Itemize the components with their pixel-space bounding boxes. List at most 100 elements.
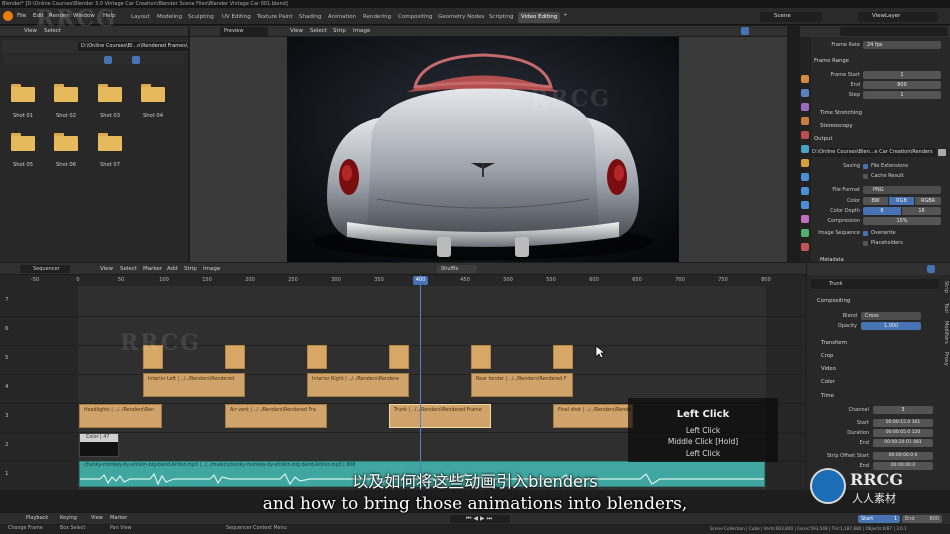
menu-file[interactable]: File <box>17 13 26 19</box>
output-path-field[interactable]: D:\Online Courses\Blen...e Car Creation\… <box>810 148 936 157</box>
timeline-marker-menu[interactable]: Marker <box>110 516 127 521</box>
color-rgb-button[interactable]: RGB <box>889 197 914 205</box>
color-bw-button[interactable]: BW <box>863 197 888 205</box>
compression-slider[interactable]: 15% <box>863 217 941 225</box>
strip-interior-right[interactable]: Interior Right | ../../Renders\Rendere <box>307 373 409 397</box>
timeline-view-menu[interactable]: View <box>91 516 103 521</box>
color-section[interactable]: Color <box>821 379 835 385</box>
strip-short[interactable] <box>471 345 491 369</box>
preview-menu-view[interactable]: View <box>290 28 303 35</box>
strip-interior-left[interactable]: Interior Left | ../../Renders\Rendered <box>143 373 245 397</box>
file-format-dropdown[interactable]: PNG <box>863 186 941 194</box>
preview-toggle-icon[interactable] <box>741 27 749 35</box>
folder-icon[interactable] <box>98 84 122 102</box>
shuffle-dropdown[interactable]: Shuffle <box>437 265 477 273</box>
step-field[interactable]: 1 <box>863 91 941 99</box>
preview-menu-image[interactable]: Image <box>353 28 370 35</box>
tab-layout[interactable]: Layout <box>131 12 150 23</box>
blend-dropdown[interactable]: Cross <box>861 312 921 320</box>
stereoscopy-section[interactable]: Stereoscopy <box>820 123 853 129</box>
tab-shading[interactable]: Shading <box>299 12 321 23</box>
tab-texture-paint[interactable]: Texture Paint <box>257 12 293 23</box>
preview-mode-dropdown[interactable]: Preview <box>220 27 268 36</box>
folder-icon[interactable] <box>98 133 122 151</box>
folder-icon[interactable] <box>54 84 78 102</box>
opacity-slider[interactable]: 1.000 <box>861 322 921 330</box>
folder-icon[interactable] <box>11 133 35 151</box>
add-workspace-icon[interactable]: + <box>563 12 568 19</box>
crop-section[interactable]: Crop <box>821 353 833 359</box>
playhead[interactable] <box>420 275 421 490</box>
strip-rear-fender[interactable]: Rear fender | ../../Renders\Rendered F <box>471 373 573 397</box>
time-section[interactable]: Time <box>821 393 834 399</box>
channel-field[interactable]: 3 <box>873 406 933 414</box>
preview-menu-select[interactable]: Select <box>310 28 327 35</box>
start-field[interactable]: 00:00:15.0 361 <box>873 419 933 427</box>
seq-menu-view[interactable]: View <box>100 266 113 273</box>
strip-offset-field[interactable]: 00:00:00.0 0 <box>873 452 933 460</box>
tab-modeling[interactable]: Modeling <box>157 12 182 23</box>
seq-menu-marker[interactable]: Marker <box>143 266 162 273</box>
folder-browse-icon[interactable] <box>938 149 946 156</box>
seq-menu-add[interactable]: Add <box>167 266 178 273</box>
strip-trunk[interactable]: Trunk | ../../Renders\Rendered Frame <box>389 404 491 428</box>
transform-section[interactable]: Transform <box>821 340 847 346</box>
scene-properties-icon[interactable] <box>801 117 809 125</box>
output-properties-icon[interactable] <box>801 89 809 97</box>
tab-video-editing[interactable]: Video Editing <box>518 12 561 23</box>
file-extensions-checkbox[interactable] <box>863 164 868 169</box>
end-field[interactable]: 00:00:20.01 481 <box>873 439 933 447</box>
strip-short[interactable] <box>553 345 573 369</box>
sidebar-toggle-icon[interactable] <box>927 265 935 273</box>
duration-field[interactable]: 00:00:05.0 120 <box>873 429 933 437</box>
tab-sculpting[interactable]: Sculpting <box>188 12 214 23</box>
filter-icon[interactable] <box>132 56 140 64</box>
collection-properties-icon[interactable] <box>801 145 809 153</box>
path-field[interactable]: D:\Online Courses\Bl...n\Rendered Frames… <box>78 42 188 51</box>
color-depth-8-button[interactable]: 8 <box>863 207 901 215</box>
current-frame-indicator[interactable]: 400 <box>413 276 428 285</box>
strip-headlights[interactable]: Headlights | ../../Renders\Ren <box>79 404 162 428</box>
frame-range-section[interactable]: Frame Range <box>814 58 849 64</box>
frame-rate-dropdown[interactable]: 24 fps <box>863 41 941 49</box>
render-properties-icon[interactable] <box>801 75 809 83</box>
object-properties-icon[interactable] <box>801 159 809 167</box>
folder-icon[interactable] <box>54 133 78 151</box>
playback-controls[interactable]: ⏮◀▶⏭ <box>450 515 510 523</box>
editor-type-dropdown[interactable]: Sequencer <box>20 265 70 273</box>
tab-uv-editing[interactable]: UV Editing <box>222 12 251 23</box>
tab-geometry-nodes[interactable]: Geometry Nodes <box>438 12 484 23</box>
tab-compositing[interactable]: Compositing <box>398 12 432 23</box>
sidebar-tab-tool[interactable]: Tool <box>940 303 949 313</box>
strip-final-shot[interactable]: Final shot | ../../Renders\Rende <box>553 404 633 428</box>
material-properties-icon[interactable] <box>801 243 809 251</box>
timeline-playback-menu[interactable]: Playback <box>26 516 48 521</box>
strip-short[interactable] <box>225 345 245 369</box>
placeholders-checkbox[interactable] <box>863 241 868 246</box>
color-depth-16-button[interactable]: 16 <box>902 207 941 215</box>
constraints-properties-icon[interactable] <box>801 215 809 223</box>
timeline-start-field[interactable]: Start 1 <box>858 515 900 523</box>
thumbnail-view-icon[interactable] <box>104 56 112 64</box>
timeline-end-field[interactable]: End 800 <box>902 515 942 523</box>
viewlayer-selector[interactable]: ViewLayer <box>858 12 938 22</box>
frame-ruler[interactable]: -50 0 50 100 150 200 250 300 350 400 450 500 550 600 6… <box>0 275 806 286</box>
sidebar-tab-proxy[interactable]: Proxy <box>940 352 949 366</box>
folder-icon[interactable] <box>141 84 165 102</box>
strip-short[interactable] <box>307 345 327 369</box>
overwrite-checkbox[interactable] <box>863 231 868 236</box>
seq-menu-image[interactable]: Image <box>203 266 220 273</box>
color-rgba-button[interactable]: RGBA <box>915 197 941 205</box>
end-field[interactable]: 800 <box>863 81 941 89</box>
scene-selector[interactable]: Scene <box>760 12 822 22</box>
preview-menu-strip[interactable]: Strip <box>333 28 346 35</box>
output-section[interactable]: Output <box>814 136 832 142</box>
physics-properties-icon[interactable] <box>801 201 809 209</box>
strip-air-vent[interactable]: Air vent | ../../Renders\Rendered Fra <box>225 404 327 428</box>
particles-properties-icon[interactable] <box>801 187 809 195</box>
video-section[interactable]: Video <box>821 366 836 372</box>
seq-menu-strip[interactable]: Strip <box>184 266 197 273</box>
tab-rendering[interactable]: Rendering <box>363 12 391 23</box>
blender-logo-icon[interactable] <box>3 11 13 21</box>
cache-result-checkbox[interactable] <box>863 174 868 179</box>
